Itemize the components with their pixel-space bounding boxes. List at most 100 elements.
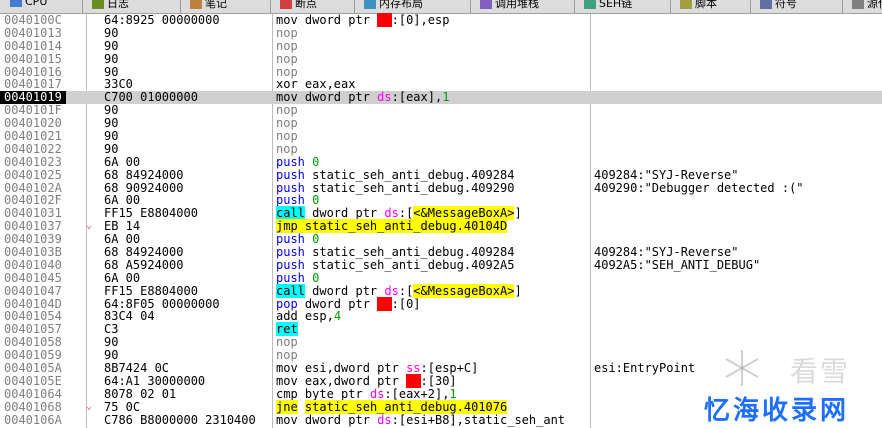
instruction-row[interactable]: 00401014 90 nop xyxy=(0,39,882,53)
tab-separator xyxy=(574,0,575,13)
asm-token: add xyxy=(276,309,298,324)
callstack-icon xyxy=(480,0,492,9)
tab-separator xyxy=(270,0,271,13)
instruction-row[interactable]: 00401058 90 nop xyxy=(0,336,882,349)
asm-token: static_seh_anti_debug.409284 xyxy=(304,167,515,182)
tab-script[interactable]: 脚本 xyxy=(676,0,721,12)
instruction-row[interactable]: 00401040 68 A5924000 push static_seh_anti_… xyxy=(0,257,882,272)
instruction-row[interactable]: 00401022 90 nop xyxy=(0,141,882,156)
bytes-cell: 68 84924000 xyxy=(104,167,184,182)
asm-token: jne xyxy=(276,399,298,414)
asm-token: esi,dword ptr xyxy=(297,361,407,376)
instruction-row[interactable]: 00401047 FF15 E8804000 call dword ptr ds:[… xyxy=(0,283,882,298)
tab-label: 源代码 xyxy=(867,0,882,10)
tab-callstack[interactable]: 调用堆栈 xyxy=(476,0,543,12)
instruction-row[interactable]: 00401045 6A 00 push 0 xyxy=(0,270,882,285)
asm-token: mov xyxy=(276,13,298,27)
asm-token: ds xyxy=(369,386,385,401)
asm-token: cmp xyxy=(276,386,298,401)
asm-token: ds xyxy=(377,412,392,427)
tab-separator xyxy=(354,0,355,13)
address-cell: 00401045 xyxy=(4,270,62,285)
bytes-cell: C700 01000000 xyxy=(104,90,198,105)
asm-token: :[ xyxy=(398,206,414,221)
comment-cell: 409290:"Debugger detected :(" xyxy=(594,180,804,195)
instruction-row[interactable]: 00401057 C3 ret xyxy=(0,322,882,337)
bytes-cell: 68 A5924000 xyxy=(104,257,184,272)
tab-separator xyxy=(670,0,671,13)
jump-arrow-icon: ⌄ xyxy=(86,400,93,412)
tab-seh[interactable]: SEH链 xyxy=(580,0,636,12)
address-cell: 00401068 xyxy=(4,399,62,414)
instruction-row[interactable]: 00401064 8078 02 01 cmp byte ptr ds:[eax+2… xyxy=(0,386,882,401)
symbols-icon xyxy=(760,0,772,9)
tab-cpu[interactable]: CPU xyxy=(6,0,51,12)
address-cell: 00401023 xyxy=(4,154,62,169)
asm-token: dword ptr xyxy=(304,206,385,221)
instruction-row[interactable]: 00401013 90 nop xyxy=(0,25,882,40)
asm-token: dword ptr xyxy=(297,412,378,427)
tab-notes[interactable]: 笔记 xyxy=(186,0,231,12)
asm-token: esp+C xyxy=(434,361,472,376)
tab-memory-map[interactable]: 内存布局 xyxy=(360,0,427,12)
bytes-cell: FF15 E8804000 xyxy=(104,283,198,298)
address-cell: 00401064 xyxy=(4,386,62,401)
seh-icon xyxy=(584,0,596,9)
asm-token: static_seh_anti_debug.409290 xyxy=(304,180,515,195)
instruction-row[interactable]: 0040100C 64:8925 00000000 mov dword ptr fs… xyxy=(0,13,882,27)
disassembly-cell: mov dword ptr ds:[eax],1 xyxy=(276,91,449,104)
tab-log[interactable]: 日志 xyxy=(88,0,133,12)
asm-token: 0 xyxy=(312,193,320,208)
tab-source[interactable]: 源代码 xyxy=(848,0,882,12)
bytes-cell: 90 xyxy=(104,51,119,66)
tab-label: 笔记 xyxy=(205,0,227,10)
instruction-row[interactable]: 00401015 90 nop xyxy=(0,51,882,66)
memory-map-icon xyxy=(364,0,376,9)
asm-token: push xyxy=(276,167,305,182)
asm-token: byte ptr xyxy=(297,386,370,401)
bytes-cell: 64:8925 00000000 xyxy=(104,13,220,27)
breakpoint-icon xyxy=(280,0,292,9)
jump-arrow-icon: ⌄ xyxy=(86,220,93,232)
asm-token: push xyxy=(276,270,305,285)
asm-token: ] xyxy=(514,283,522,298)
address-cell: 0040103B xyxy=(4,245,62,260)
notes-icon xyxy=(190,0,202,9)
current-instruction-row[interactable]: 00401019 C700 01000000 mov dword ptr ds:[e… xyxy=(0,90,882,105)
asm-token: fs xyxy=(377,13,392,27)
address-cell: 00401022 xyxy=(4,141,62,156)
tab-breakpoints[interactable]: 断点 xyxy=(276,0,321,12)
instruction-row[interactable]: 00401020 90 nop xyxy=(0,117,882,130)
tab-label: SEH链 xyxy=(599,0,633,10)
asm-token: :[eax+2], xyxy=(384,386,450,401)
asm-token: ds xyxy=(384,283,399,298)
asm-token: nop xyxy=(276,64,298,79)
comment-cell: 409284:"SYJ-Reverse" xyxy=(594,245,739,260)
bytes-cell: 75 0C xyxy=(104,399,141,414)
asm-token: pop xyxy=(276,296,298,311)
tab-label: 调用堆栈 xyxy=(495,0,539,10)
asm-token: push xyxy=(276,180,305,195)
instruction-row[interactable]: 00401021 90 nop xyxy=(0,130,882,143)
disassembly-cell: mov dword ptr ds:[esi+B8],static_seh_ant xyxy=(276,412,565,427)
asm-token: :[0],esp xyxy=(391,13,450,27)
asm-token: ss xyxy=(406,361,421,376)
asm-token: nop xyxy=(276,25,298,40)
asm-token: static_seh_anti_debug.401076 xyxy=(304,399,508,414)
bytes-cell: 6A 00 xyxy=(104,154,141,169)
tab-symbols[interactable]: 符号 xyxy=(756,0,801,12)
instruction-row[interactable]: 0040101F 90 nop xyxy=(0,104,882,117)
comment-cell: esi:EntryPoint xyxy=(594,361,696,376)
asm-token: dword ptr xyxy=(304,283,385,298)
tab-bar: CPU 日志 笔记 断点 内存布局 调用堆栈 SEH链 脚本 符号 源代码 xyxy=(0,0,882,14)
instruction-row[interactable]: 00401054 83C4 04 add esp,4 xyxy=(0,310,882,323)
instruction-row[interactable]: 0040106A C786 B8000000 2310400 mov dword p… xyxy=(0,412,882,427)
asm-token: dword ptr xyxy=(297,90,378,105)
tab-separator xyxy=(82,0,83,13)
tab-separator xyxy=(180,0,181,13)
asm-token: :[ xyxy=(398,283,414,298)
comment-cell: 4092A5:"SEH_ANTI_DEBUG" xyxy=(594,257,761,272)
disassembly-grid[interactable]: 0040100C 64:8925 00000000 mov dword ptr fs… xyxy=(0,13,882,427)
asm-token: nop xyxy=(276,51,298,66)
bytes-cell: 64:A1 30000000 xyxy=(104,373,206,388)
